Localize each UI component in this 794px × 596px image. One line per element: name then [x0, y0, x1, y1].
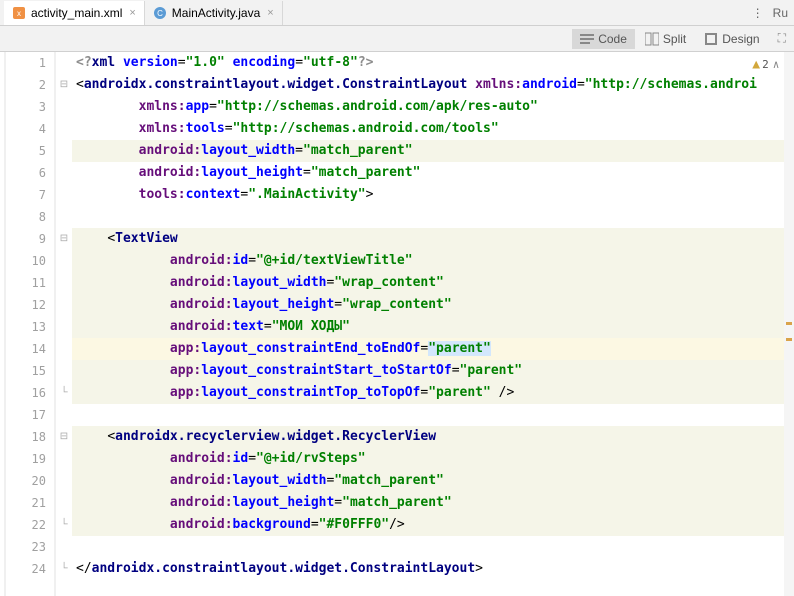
line-number: 2 [6, 74, 54, 96]
line-number: 12 [6, 294, 54, 316]
line-number: 21 [6, 492, 54, 514]
line-number: 13 [6, 316, 54, 338]
line-number: 8 [6, 206, 54, 228]
design-view-button[interactable]: Design [696, 29, 767, 49]
file-tabs: x activity_main.xml × C MainActivity.jav… [0, 0, 794, 26]
code-line [72, 404, 794, 426]
code-line: xmlns:tools="http://schemas.android.com/… [72, 118, 794, 140]
close-icon[interactable]: × [129, 7, 135, 19]
line-number: 4 [6, 118, 54, 140]
code-line [72, 536, 794, 558]
tab-activity-main[interactable]: x activity_main.xml × [4, 1, 145, 25]
fold-end: └ [56, 514, 72, 536]
code-line: app:layout_constraintStart_toStartOf="pa… [72, 360, 794, 382]
code-line: android:layout_width="wrap_content" [72, 272, 794, 294]
line-number: 16 [6, 382, 54, 404]
code-line: android:layout_width="match_parent" [72, 470, 794, 492]
run-hint: Ru [773, 6, 788, 20]
line-number: 17 [6, 404, 54, 426]
line-number: 7 [6, 184, 54, 206]
split-view-icon [645, 32, 659, 46]
code-line: <androidx.constraintlayout.widget.Constr… [72, 74, 794, 96]
warning-marker[interactable] [786, 338, 792, 341]
fold-toggle[interactable]: ⊟ [56, 74, 72, 96]
line-number: 6 [6, 162, 54, 184]
code-line: android:layout_width="match_parent" [72, 140, 794, 162]
xml-file-icon: x [12, 6, 26, 20]
code-line: tools:context=".MainActivity"> [72, 184, 794, 206]
line-number: 18 [6, 426, 54, 448]
code-line: xmlns:app="http://schemas.android.com/ap… [72, 96, 794, 118]
view-mode-toolbar: Code Split Design ⛶ [0, 26, 794, 52]
fold-toggle[interactable]: ⊟ [56, 426, 72, 448]
code-line: <?xml version="1.0" encoding="utf-8"?> [72, 52, 794, 74]
warning-count: 2 [762, 54, 769, 76]
code-view-icon [580, 32, 594, 46]
view-label: Split [663, 32, 686, 46]
tab-actions: ⋮ Ru [752, 6, 788, 20]
code-line: android:layout_height="match_parent" [72, 492, 794, 514]
tab-label: activity_main.xml [31, 6, 122, 20]
line-number: 23 [6, 536, 54, 558]
design-view-icon [704, 32, 718, 46]
line-number: 9 [6, 228, 54, 250]
code-line: android:background="#F0FFF0"/> [72, 514, 794, 536]
line-number: 3 [6, 96, 54, 118]
svg-text:C: C [157, 9, 163, 18]
fold-toggle[interactable]: ⊟ [56, 228, 72, 250]
tab-label: MainActivity.java [172, 6, 260, 20]
line-number: 20 [6, 470, 54, 492]
warning-marker[interactable] [786, 322, 792, 325]
line-number: 24 [6, 558, 54, 580]
code-line: <TextView [72, 228, 794, 250]
chevron-up-icon[interactable]: ∧ [773, 54, 780, 76]
error-stripe[interactable] [784, 52, 794, 596]
line-number: 5 [6, 140, 54, 162]
fold-end: └ [56, 382, 72, 404]
code-line: <androidx.recyclerview.widget.RecyclerVi… [72, 426, 794, 448]
line-number-gutter: 1 2 3 4 5 6 7 8 9 10 11 12 13 14 15 16 1… [6, 52, 56, 596]
code-line [72, 206, 794, 228]
warning-icon: ▲ [752, 54, 760, 76]
code-view-button[interactable]: Code [572, 29, 635, 49]
view-label: Design [722, 32, 759, 46]
line-number: 14 [6, 338, 54, 360]
java-class-icon: C [153, 6, 167, 20]
code-line: </androidx.constraintlayout.widget.Const… [72, 558, 794, 580]
code-line: android:id="@+id/textViewTitle" [72, 250, 794, 272]
more-icon[interactable]: ⋮ [752, 6, 764, 20]
warning-badge[interactable]: ▲2 [752, 54, 768, 76]
line-number: 10 [6, 250, 54, 272]
line-number: 1 [6, 52, 54, 74]
code-line: android:id="@+id/rvSteps" [72, 448, 794, 470]
code-line: android:text="МОИ ХОДЫ" [72, 316, 794, 338]
fold-gutter: ⊟ ⊟ └ ⊟ └ └ [56, 52, 72, 596]
code-line: android:layout_height="match_parent" [72, 162, 794, 184]
line-number: 19 [6, 448, 54, 470]
line-number: 15 [6, 360, 54, 382]
code-line: app:layout_constraintEnd_toEndOf="parent… [72, 338, 794, 360]
expand-icon[interactable]: ⛶ [778, 31, 786, 46]
line-number: 11 [6, 272, 54, 294]
close-icon[interactable]: × [267, 7, 273, 19]
editor: 1 2 3 4 5 6 7 8 9 10 11 12 13 14 15 16 1… [0, 52, 794, 596]
code-line: app:layout_constraintTop_toTopOf="parent… [72, 382, 794, 404]
view-label: Code [598, 32, 627, 46]
fold-end: └ [56, 558, 72, 580]
svg-text:x: x [17, 9, 21, 18]
code-text-area[interactable]: ▲2 ∧ ∨ <?xml version="1.0" encoding="utf… [72, 52, 794, 596]
code-line: android:layout_height="wrap_content" [72, 294, 794, 316]
tab-main-activity[interactable]: C MainActivity.java × [145, 1, 283, 25]
line-number: 22 [6, 514, 54, 536]
split-view-button[interactable]: Split [637, 29, 694, 49]
